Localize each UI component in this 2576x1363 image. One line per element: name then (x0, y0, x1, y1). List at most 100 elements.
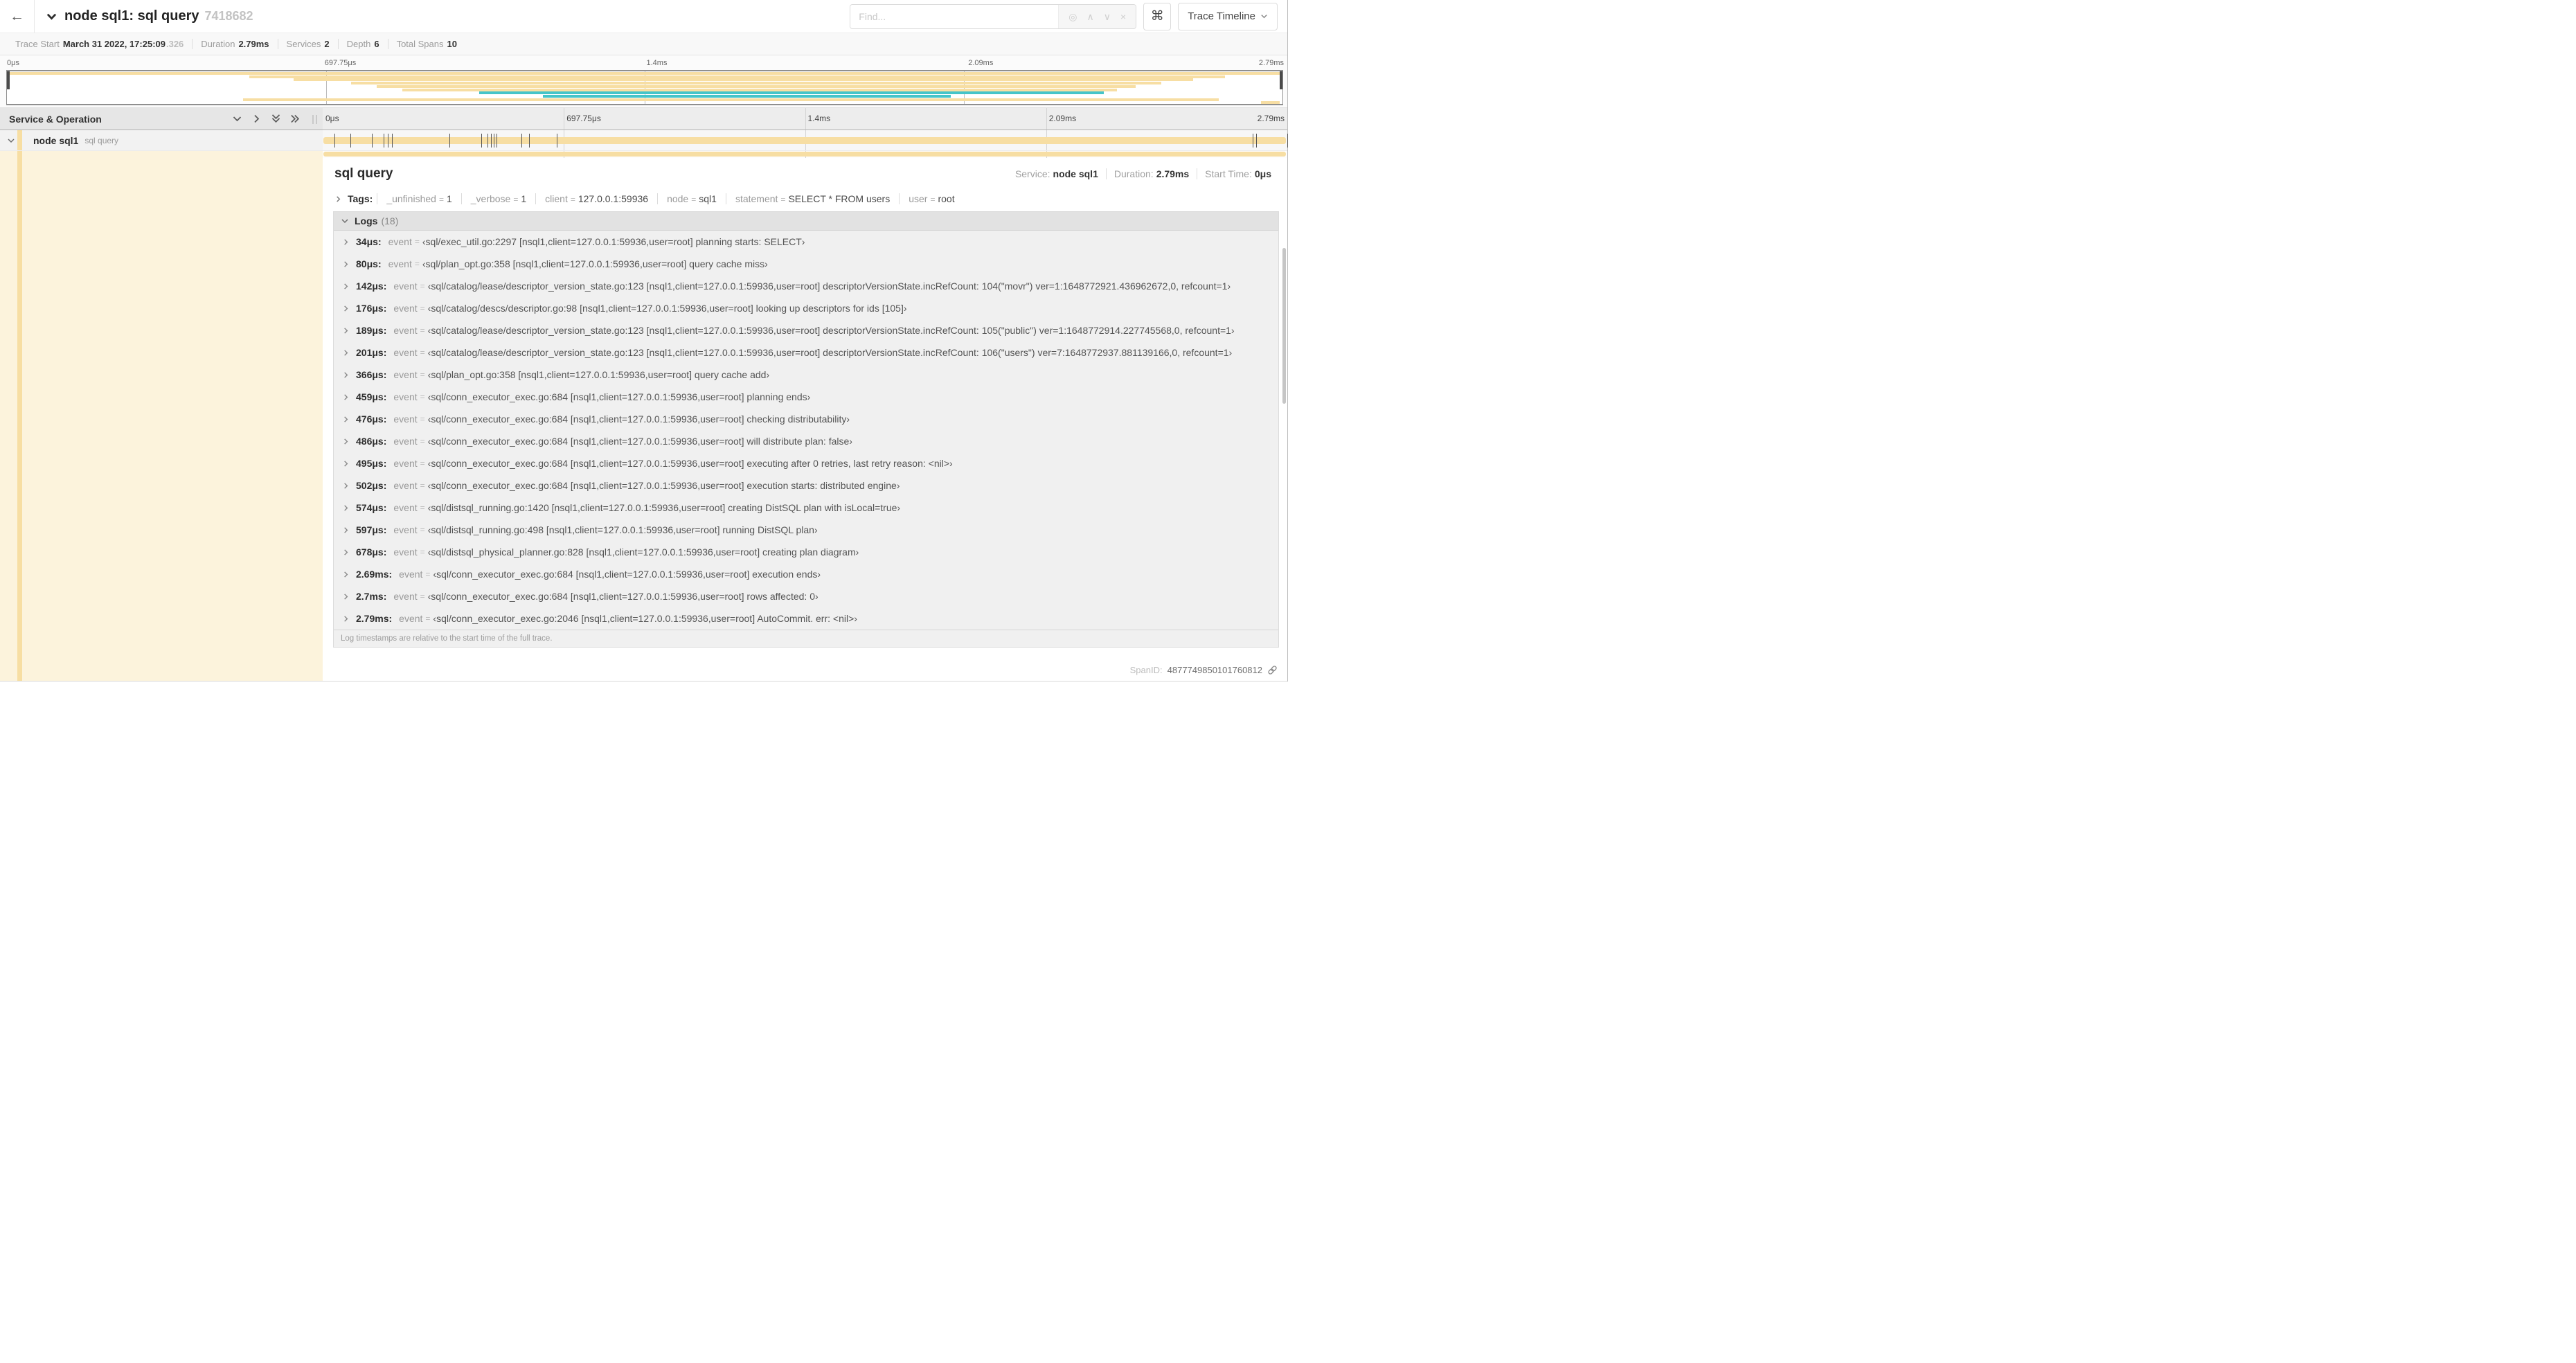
log-timestamp: 2.7ms (356, 591, 386, 602)
toolbar: ◎ ∧ ∨ × ⌘ Trace Timeline (850, 2, 1287, 30)
log-row[interactable]: 366μs event = ‹sql/plan_opt.go:358 [nsql… (334, 364, 1278, 386)
view-selector-label: Trace Timeline (1188, 10, 1255, 22)
log-row[interactable]: 176μs event = ‹sql/catalog/descs/descrip… (334, 297, 1278, 319)
span-row-label[interactable]: node sql1 sql query (0, 130, 323, 151)
detail-service: Service: node sql1 (1014, 168, 1098, 179)
trace-id: 7418682 (204, 9, 253, 23)
chevron-right-icon (342, 416, 350, 423)
log-tick (481, 134, 483, 148)
log-field-key: event (388, 236, 412, 247)
clear-search-icon[interactable]: × (1120, 12, 1126, 21)
log-equals: = (420, 481, 425, 490)
log-row[interactable]: 486μs event = ‹sql/conn_executor_exec.go… (334, 430, 1278, 452)
log-field-key: event (393, 280, 418, 292)
span-collapse-icon[interactable] (7, 136, 15, 145)
minimap-right-handle[interactable] (1280, 71, 1282, 89)
prev-match-icon[interactable]: ∧ (1087, 12, 1094, 21)
minimap-left-handle[interactable] (7, 71, 10, 89)
find-input[interactable] (850, 4, 1059, 28)
detail-row-left (0, 151, 323, 158)
log-row[interactable]: 2.79ms event = ‹sql/conn_executor_exec.g… (334, 607, 1278, 630)
log-row[interactable]: 189μs event = ‹sql/catalog/lease/descrip… (334, 319, 1278, 341)
log-field-value: ‹sql/conn_executor_exec.go:684 [nsql1,cl… (433, 569, 821, 580)
detail-row-right (323, 151, 1287, 158)
logs-accordion-header[interactable]: Logs (18) (334, 212, 1278, 231)
log-row[interactable]: 34μs event = ‹sql/exec_util.go:2297 [nsq… (334, 231, 1278, 253)
log-row[interactable]: 2.69ms event = ‹sql/conn_executor_exec.g… (334, 563, 1278, 585)
log-field-key: event (393, 546, 418, 558)
collapse-all-icon[interactable] (271, 114, 281, 124)
log-field-key: event (393, 369, 418, 380)
log-field-value: ‹sql/exec_util.go:2297 [nsql1,client=127… (422, 236, 805, 247)
minimap-spans (7, 71, 1282, 105)
log-tick (490, 134, 492, 148)
chevron-right-icon (342, 305, 350, 312)
keyboard-shortcuts-button[interactable]: ⌘ (1143, 2, 1172, 30)
logs-title: Logs (355, 215, 378, 226)
service-operation-title: Service & Operation (9, 113, 102, 125)
view-selector-dropdown[interactable]: Trace Timeline (1178, 2, 1278, 30)
tag-user: user = root (899, 193, 963, 204)
detail-row-bar (0, 151, 1287, 158)
log-field-value: ‹sql/distsql_running.go:1420 [nsql1,clie… (427, 502, 901, 513)
log-row[interactable]: 476μs event = ‹sql/conn_executor_exec.go… (334, 408, 1278, 430)
log-timestamp: 2.69ms (356, 569, 392, 580)
log-row[interactable]: 678μs event = ‹sql/distsql_physical_plan… (334, 541, 1278, 563)
span-duration-bar[interactable] (323, 137, 1286, 144)
detail-left-column (0, 158, 323, 681)
log-equals: = (420, 436, 425, 446)
minimap-span (402, 88, 1117, 91)
column-resizer-handle[interactable] (312, 115, 317, 124)
log-row[interactable]: 597μs event = ‹sql/distsql_running.go:49… (334, 519, 1278, 541)
log-field-value: ‹sql/distsql_physical_planner.go:828 [ns… (427, 546, 859, 558)
chevron-right-icon (342, 593, 350, 600)
log-field-value: ‹sql/conn_executor_exec.go:2046 [nsql1,c… (433, 613, 857, 624)
log-tick (334, 134, 335, 148)
log-row[interactable]: 574μs event = ‹sql/distsql_running.go:14… (334, 497, 1278, 519)
log-row[interactable]: 2.7ms event = ‹sql/conn_executor_exec.go… (334, 585, 1278, 607)
log-equals: = (425, 614, 431, 623)
minimap-canvas[interactable] (6, 70, 1283, 105)
span-color-stripe (17, 130, 22, 150)
vertical-scrollbar-thumb[interactable] (1282, 248, 1286, 404)
collapse-trace-icon[interactable] (46, 10, 57, 22)
expand-one-icon[interactable] (251, 114, 262, 124)
detail-span-bar[interactable] (323, 152, 1286, 157)
tag-client: client = 127.0.0.1:59936 (535, 193, 657, 204)
log-field-value: ‹sql/catalog/lease/descriptor_version_st… (427, 325, 1235, 336)
span-service-name: node sql1 (33, 134, 79, 146)
log-timestamp: 502μs (356, 480, 386, 491)
timeline-axis: 0μs 697.75μs 1.4ms 2.09ms 2.79ms (323, 108, 1287, 130)
spanid-value: 4877749850101760812 (1167, 665, 1262, 675)
log-row[interactable]: 80μs event = ‹sql/plan_opt.go:358 [nsql1… (334, 253, 1278, 275)
next-match-icon[interactable]: ∨ (1104, 12, 1111, 21)
chevron-right-icon (334, 195, 342, 203)
expand-all-icon[interactable] (290, 114, 301, 124)
log-timestamp: 142μs (356, 280, 386, 292)
span-bar-cell[interactable] (323, 130, 1288, 151)
log-timestamp: 80μs (356, 258, 382, 269)
log-field-key: event (393, 591, 418, 602)
copy-link-icon[interactable] (1267, 665, 1278, 675)
log-field-key: event (393, 303, 418, 314)
log-row[interactable]: 502μs event = ‹sql/conn_executor_exec.go… (334, 474, 1278, 497)
minimap-span (242, 98, 1219, 101)
log-equals: = (420, 392, 425, 402)
logs-block: Logs (18) 34μs event = ‹sql/exec_util.go… (333, 211, 1279, 648)
tags-accordion[interactable]: Tags: _unfinished = 1 _verbose = 1 client = 12… (333, 187, 1280, 211)
log-row[interactable]: 201μs event = ‹sql/catalog/lease/descrip… (334, 341, 1278, 364)
log-field-key: event (393, 480, 418, 491)
log-row[interactable]: 459μs event = ‹sql/conn_executor_exec.go… (334, 386, 1278, 408)
chevron-down-icon (341, 217, 349, 225)
detail-duration: Duration: 2.79ms (1105, 168, 1197, 179)
log-field-value: ‹sql/conn_executor_exec.go:684 [nsql1,cl… (427, 413, 850, 425)
minimap-span (7, 72, 1282, 75)
locate-icon[interactable]: ◎ (1068, 12, 1077, 21)
collapse-one-icon[interactable] (232, 114, 242, 124)
log-row[interactable]: 495μs event = ‹sql/conn_executor_exec.go… (334, 452, 1278, 474)
minimap-span (294, 78, 1194, 82)
summary-trace-start: Trace Start March 31 2022, 17:25:09 .326 (15, 39, 184, 49)
span-row[interactable]: node sql1 sql query (0, 130, 1288, 151)
back-button[interactable]: ← (0, 0, 35, 33)
log-row[interactable]: 142μs event = ‹sql/catalog/lease/descrip… (334, 275, 1278, 297)
